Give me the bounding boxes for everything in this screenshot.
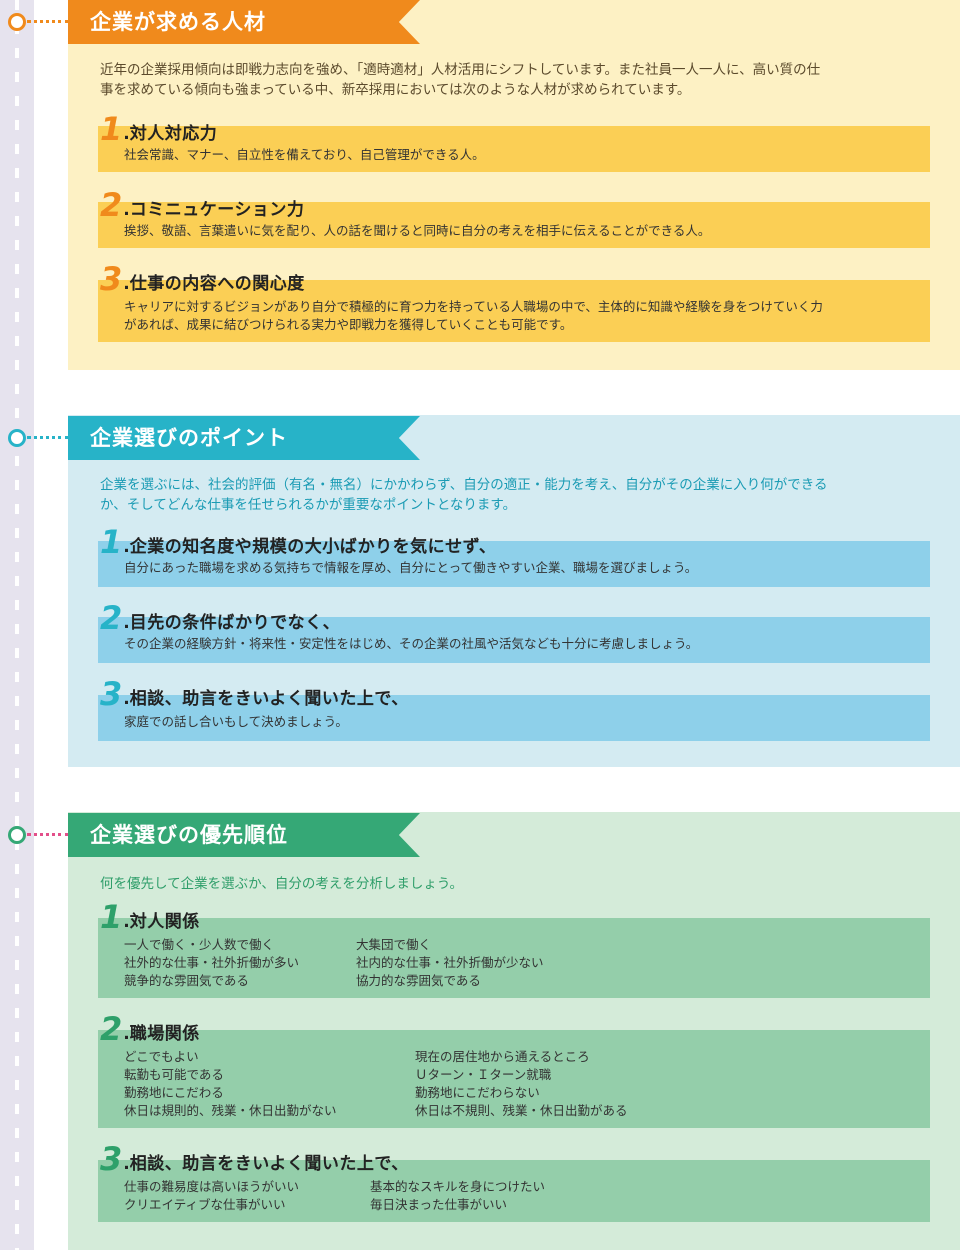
timeline-marker-2 [8, 429, 26, 447]
timeline-marker-1 [8, 13, 26, 31]
section-selection-priorities: 企業選びの優先順位 何を優先して企業を選ぶか、自分の考えを分析しましょう。 一人… [68, 812, 960, 1250]
option-text: 勤務地にこだわらない [415, 1085, 540, 1100]
option-text: 基本的なスキルを身につけたい [370, 1179, 546, 1194]
option-text: 休日は不規則、残業・休日出勤がある [415, 1103, 628, 1118]
item-number: 3 [100, 260, 123, 298]
item-number: 2 [100, 1010, 123, 1048]
option-text: 転勤も可能である [124, 1067, 224, 1082]
item-desc: 家庭での話し合いもして決めましょう。 [124, 714, 348, 729]
timeline-rail [0, 0, 34, 1250]
item-desc: 挨拶、敬語、言葉遣いに気を配り、人の話を聞けると同時に自分の考えを相手に伝えるこ… [124, 223, 711, 238]
item-desc: その企業の経験方針・将来性・安定性をはじめ、その企業の社風や活気なども十分に考慮… [124, 636, 699, 651]
list-item: 仕事の難易度は高いほうがいい クリエイティブな仕事がいい 基本的なスキルを身につ… [98, 1142, 930, 1222]
item-desc: 社会常識、マナー、自立性を備えており、自己管理ができる人。 [124, 147, 485, 162]
item-box: 一人で働く・少人数で働く 社外的な仕事・社外折働が多い 競争的な雰囲気である 大… [98, 918, 930, 998]
left-column: 仕事の難易度は高いほうがいい クリエイティブな仕事がいい [124, 1178, 370, 1214]
section-intro: 企業を選ぶには、社会的評価（有名・無名）にかかわらず、自分の適正・能力を考え、自… [100, 475, 940, 515]
option-text: 競争的な雰囲気である [124, 973, 249, 988]
intro-line: 何を優先して企業を選ぶか、自分の考えを分析しましょう。 [100, 876, 464, 892]
intro-line: 近年の企業採用傾向は即戦力志向を強め、「適時適材」人材活用にシフトしています。ま… [100, 62, 821, 78]
section-title: 企業選びのポイント [68, 416, 420, 460]
timeline-connector-3 [27, 833, 69, 836]
item-number: 1 [100, 110, 123, 148]
item-title: コミニュケーション力 [129, 200, 305, 220]
item-desc-line: があれば、成果に結びつけられる実力や即戦力を獲得していくことも可能です。 [124, 317, 573, 332]
item-columns: 仕事の難易度は高いほうがいい クリエイティブな仕事がいい 基本的なスキルを身につ… [124, 1178, 545, 1214]
item-number: 1 [100, 523, 123, 561]
item-desc: キャリアに対するビジョンがあり自分で積極的に育つ力を持っている人職場の中で、主体… [124, 298, 910, 334]
section-intro: 近年の企業採用傾向は即戦力志向を強め、「適時適材」人材活用にシフトしています。ま… [100, 60, 940, 100]
item-number: 1 [100, 898, 123, 936]
left-column: どこでもよい 転勤も可能である 勤務地にこだわる 休日は規則的、残業・休日出勤が… [124, 1048, 415, 1120]
item-number: 2 [100, 186, 123, 224]
option-text: 一人で働く・少人数で働く [124, 937, 275, 952]
item-heading: 1. 企業の知名度や規模の大小ばかりを気にせず、 [100, 523, 497, 561]
list-item: 家庭での話し合いもして決めましょう。 3. 相談、助言をきいよく聞いた上で、 [98, 677, 930, 741]
intro-line: 企業を選ぶには、社会的評価（有名・無名）にかかわらず、自分の適正・能力を考え、自… [100, 477, 828, 493]
item-title: 相談、助言をきいよく聞いた上で、 [129, 1154, 409, 1174]
option-text: 社外的な仕事・社外折働が多い [124, 955, 300, 970]
item-box: 社会常識、マナー、自立性を備えており、自己管理ができる人。 [98, 126, 930, 172]
section-required-talent: 企業が求める人材 近年の企業採用傾向は即戦力志向を強め、「適時適材」人材活用にシ… [68, 0, 960, 370]
list-item: その企業の経験方針・将来性・安定性をはじめ、その企業の社風や活気なども十分に考慮… [98, 601, 930, 663]
item-title: 仕事の内容への関心度 [129, 274, 305, 294]
item-heading: 3. 相談、助言をきいよく聞いた上で、 [100, 675, 409, 713]
item-title: 企業の知名度や規模の大小ばかりを気にせず、 [129, 537, 497, 557]
option-text: Ｕターン・Ｉターン就職 [415, 1067, 552, 1082]
right-column: 基本的なスキルを身につけたい 毎日決まった仕事がいい [370, 1178, 545, 1214]
item-heading: 1. 対人関係 [100, 898, 200, 936]
item-heading: 1. 対人対応力 [100, 110, 218, 148]
item-heading: 2. 職場関係 [100, 1010, 200, 1048]
item-title: 対人対応力 [129, 124, 218, 144]
list-item: 自分にあった職場を求める気持ちで情報を厚め、自分にとって働きやすい企業、職場を選… [98, 525, 930, 587]
list-item: どこでもよい 転勤も可能である 勤務地にこだわる 休日は規則的、残業・休日出勤が… [98, 1012, 930, 1128]
timeline-connector-2 [27, 436, 69, 439]
option-text: どこでもよい [124, 1049, 199, 1064]
option-text: 社内的な仕事・社外折働が少ない [356, 955, 544, 970]
left-column: 一人で働く・少人数で働く 社外的な仕事・社外折働が多い 競争的な雰囲気である [124, 936, 356, 990]
right-column: 現在の居住地から通えるところ Ｕターン・Ｉターン就職 勤務地にこだわらない 休日… [415, 1048, 628, 1120]
item-desc: 自分にあった職場を求める気持ちで情報を厚め、自分にとって働きやすい企業、職場を選… [124, 560, 698, 575]
item-columns: 一人で働く・少人数で働く 社外的な仕事・社外折働が多い 競争的な雰囲気である 大… [124, 936, 544, 990]
item-columns: どこでもよい 転勤も可能である 勤務地にこだわる 休日は規則的、残業・休日出勤が… [124, 1048, 628, 1120]
item-title: 目先の条件ばかりでなく、 [129, 613, 341, 633]
list-item: 一人で働く・少人数で働く 社外的な仕事・社外折働が多い 競争的な雰囲気である 大… [98, 900, 930, 998]
item-heading: 2. 目先の条件ばかりでなく、 [100, 599, 341, 637]
item-heading: 3. 仕事の内容への関心度 [100, 260, 305, 298]
timeline-marker-3 [8, 826, 26, 844]
list-item: キャリアに対するビジョンがあり自分で積極的に育つ力を持っている人職場の中で、主体… [98, 262, 930, 342]
option-text: 仕事の難易度は高いほうがいい [124, 1179, 300, 1194]
section-title: 企業が求める人材 [68, 0, 420, 44]
item-number: 3 [100, 675, 123, 713]
option-text: 毎日決まった仕事がいい [370, 1197, 508, 1212]
item-title: 職場関係 [129, 1024, 200, 1044]
section-company-selection-points: 企業選びのポイント 企業を選ぶには、社会的評価（有名・無名）にかかわらず、自分の… [68, 415, 960, 767]
intro-line: か、そしてどんな仕事を任せられるかが重要なポイントとなります。 [100, 497, 517, 513]
item-title: 対人関係 [129, 912, 200, 932]
item-heading: 3. 相談、助言をきいよく聞いた上で、 [100, 1140, 409, 1178]
option-text: 休日は規則的、残業・休日出勤がない [124, 1103, 337, 1118]
item-box: どこでもよい 転勤も可能である 勤務地にこだわる 休日は規則的、残業・休日出勤が… [98, 1030, 930, 1128]
item-title: 相談、助言をきいよく聞いた上で、 [129, 689, 409, 709]
option-text: 大集団で働く [356, 937, 432, 952]
section-title: 企業選びの優先順位 [68, 813, 420, 857]
option-text: 現在の居住地から通えるところ [415, 1049, 590, 1064]
option-text: 勤務地にこだわる [124, 1085, 224, 1100]
option-text: 協力的な雰囲気である [356, 973, 481, 988]
timeline-connector-1 [27, 20, 69, 23]
intro-line: 事を求めている傾向も強まっている中、新卒採用においては次のような人材が求められて… [100, 82, 691, 98]
right-column: 大集団で働く 社内的な仕事・社外折働が少ない 協力的な雰囲気である [356, 936, 544, 990]
item-heading: 2. コミニュケーション力 [100, 186, 305, 224]
item-desc-line: キャリアに対するビジョンがあり自分で積極的に育つ力を持っている人職場の中で、主体… [124, 299, 823, 314]
item-number: 3 [100, 1140, 123, 1178]
section-intro: 何を優先して企業を選ぶか、自分の考えを分析しましょう。 [100, 874, 940, 894]
list-item: 社会常識、マナー、自立性を備えており、自己管理ができる人。 1. 対人対応力 [98, 112, 930, 172]
timeline-dashes [15, 0, 19, 1250]
option-text: クリエイティブな仕事がいい [124, 1197, 286, 1212]
list-item: 挨拶、敬語、言葉遣いに気を配り、人の話を聞けると同時に自分の考えを相手に伝えるこ… [98, 188, 930, 248]
item-number: 2 [100, 599, 123, 637]
